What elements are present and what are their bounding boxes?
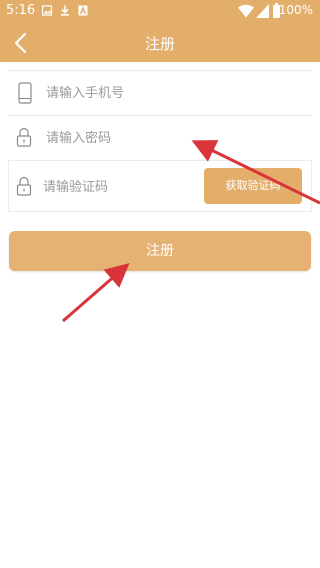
annotation-arrow bbox=[62, 263, 130, 323]
annotation-arrow bbox=[191, 140, 320, 205]
annotation-arrows bbox=[62, 140, 320, 323]
